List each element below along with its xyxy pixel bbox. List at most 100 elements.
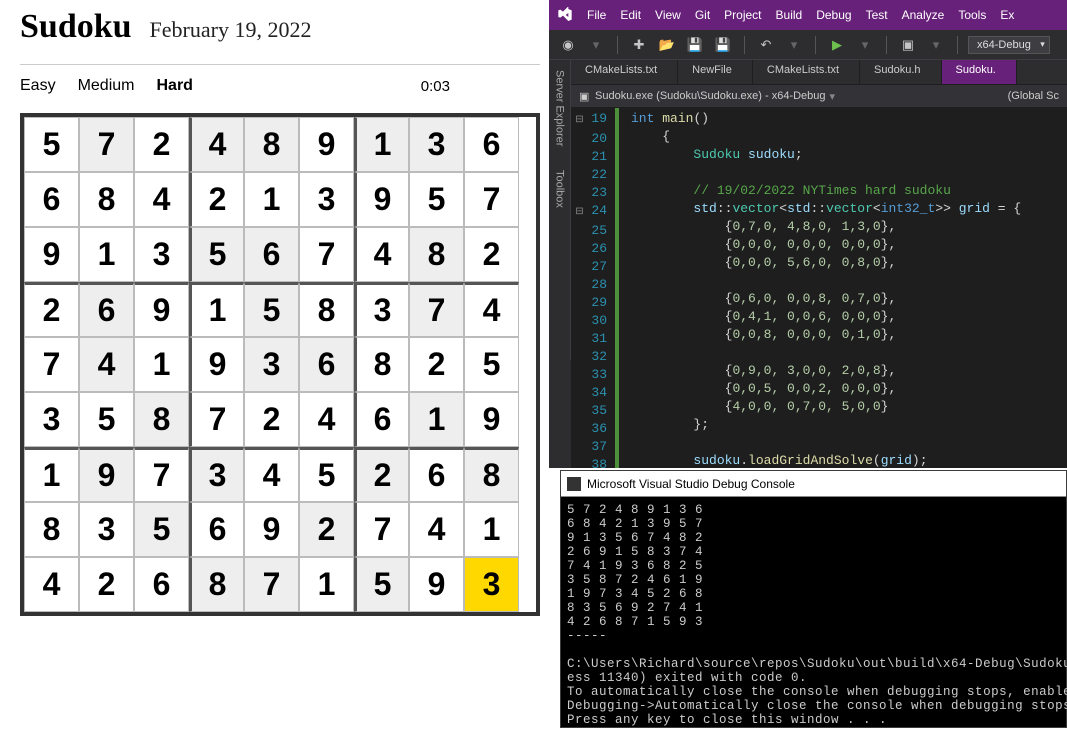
start-dropdown[interactable]: ▾ — [854, 34, 876, 56]
server-explorer-tab[interactable]: Server Explorer — [552, 64, 568, 152]
sudoku-cell[interactable]: 4 — [299, 392, 354, 447]
menu-tools[interactable]: Tools — [958, 8, 986, 22]
sudoku-cell[interactable]: 9 — [244, 502, 299, 557]
sudoku-cell[interactable]: 1 — [354, 117, 409, 172]
sudoku-cell[interactable]: 6 — [244, 227, 299, 282]
difficulty-medium[interactable]: Medium — [78, 77, 135, 95]
sudoku-cell[interactable]: 5 — [134, 502, 189, 557]
sudoku-cell[interactable]: 4 — [409, 502, 464, 557]
sudoku-cell[interactable]: 8 — [134, 392, 189, 447]
context-scope[interactable]: ▣ Sudoku.exe (Sudoku\Sudoku.exe) - x64-D… — [579, 90, 835, 103]
sudoku-cell[interactable]: 6 — [79, 282, 134, 337]
start-debug-button[interactable]: ▶ — [826, 34, 848, 56]
sudoku-cell[interactable]: 3 — [464, 557, 519, 612]
sudoku-cell[interactable]: 2 — [189, 172, 244, 227]
menu-analyze[interactable]: Analyze — [902, 8, 945, 22]
sudoku-cell[interactable]: 9 — [354, 172, 409, 227]
sudoku-cell[interactable]: 9 — [189, 337, 244, 392]
sudoku-cell[interactable]: 1 — [24, 447, 79, 502]
sudoku-cell[interactable]: 9 — [24, 227, 79, 282]
file-tab[interactable]: Sudoku. — [942, 60, 1017, 84]
sudoku-cell[interactable]: 5 — [464, 337, 519, 392]
sudoku-cell[interactable]: 3 — [409, 117, 464, 172]
sudoku-cell[interactable]: 8 — [24, 502, 79, 557]
menu-file[interactable]: File — [587, 8, 606, 22]
toolbox-tab[interactable]: Toolbox — [552, 164, 568, 214]
difficulty-hard[interactable]: Hard — [156, 77, 192, 95]
vs-code-editor[interactable]: ⊟ 19 20 21 22 23⊟ 24 25 26 27 28 29 30 3… — [571, 108, 1067, 468]
sudoku-cell[interactable]: 4 — [189, 117, 244, 172]
sudoku-cell[interactable]: 2 — [134, 117, 189, 172]
menu-debug[interactable]: Debug — [816, 8, 851, 22]
menu-project[interactable]: Project — [724, 8, 761, 22]
sudoku-cell[interactable]: 9 — [464, 392, 519, 447]
sudoku-cell[interactable]: 3 — [354, 282, 409, 337]
build-targets-button[interactable]: ▣ — [897, 34, 919, 56]
sudoku-cell[interactable]: 2 — [79, 557, 134, 612]
new-button[interactable]: ✚ — [628, 34, 650, 56]
file-tab[interactable]: NewFile — [678, 60, 753, 84]
sudoku-cell[interactable]: 2 — [244, 392, 299, 447]
sudoku-cell[interactable]: 6 — [409, 447, 464, 502]
sudoku-cell[interactable]: 7 — [354, 502, 409, 557]
menu-build[interactable]: Build — [776, 8, 803, 22]
sudoku-cell[interactable]: 8 — [189, 557, 244, 612]
sudoku-cell[interactable]: 9 — [409, 557, 464, 612]
file-tab[interactable]: CMakeLists.txt — [571, 60, 678, 84]
sudoku-cell[interactable]: 3 — [299, 172, 354, 227]
console-output[interactable]: 5 7 2 4 8 9 1 3 6 6 8 4 2 1 3 9 5 7 9 1 … — [561, 497, 1066, 733]
sudoku-cell[interactable]: 4 — [134, 172, 189, 227]
code-body[interactable]: int main() { Sudoku sudoku; // 19/02/202… — [619, 108, 1021, 468]
sudoku-cell[interactable]: 6 — [299, 337, 354, 392]
sudoku-cell[interactable]: 8 — [409, 227, 464, 282]
sudoku-cell[interactable]: 8 — [299, 282, 354, 337]
sudoku-cell[interactable]: 2 — [409, 337, 464, 392]
sudoku-cell[interactable]: 5 — [189, 227, 244, 282]
sudoku-cell[interactable]: 8 — [79, 172, 134, 227]
sudoku-cell[interactable]: 8 — [464, 447, 519, 502]
sudoku-cell[interactable]: 8 — [244, 117, 299, 172]
menu-git[interactable]: Git — [695, 8, 710, 22]
difficulty-easy[interactable]: Easy — [20, 77, 56, 95]
sudoku-cell[interactable]: 1 — [464, 502, 519, 557]
sudoku-cell[interactable]: 6 — [134, 557, 189, 612]
sudoku-cell[interactable]: 7 — [409, 282, 464, 337]
sudoku-cell[interactable]: 4 — [464, 282, 519, 337]
sudoku-cell[interactable]: 9 — [134, 282, 189, 337]
sudoku-cell[interactable]: 3 — [189, 447, 244, 502]
sudoku-cell[interactable]: 5 — [244, 282, 299, 337]
sudoku-cell[interactable]: 3 — [24, 392, 79, 447]
sudoku-cell[interactable]: 7 — [79, 117, 134, 172]
file-tab[interactable]: Sudoku.h — [860, 60, 941, 84]
sudoku-cell[interactable]: 6 — [354, 392, 409, 447]
sudoku-cell[interactable]: 6 — [24, 172, 79, 227]
sudoku-cell[interactable]: 2 — [24, 282, 79, 337]
sudoku-cell[interactable]: 7 — [299, 227, 354, 282]
sudoku-cell[interactable]: 9 — [299, 117, 354, 172]
sudoku-cell[interactable]: 3 — [79, 502, 134, 557]
sudoku-cell[interactable]: 6 — [189, 502, 244, 557]
sudoku-cell[interactable]: 4 — [244, 447, 299, 502]
sudoku-cell[interactable]: 7 — [24, 337, 79, 392]
sudoku-cell[interactable]: 1 — [409, 392, 464, 447]
sudoku-cell[interactable]: 1 — [299, 557, 354, 612]
sudoku-cell[interactable]: 7 — [189, 392, 244, 447]
sudoku-cell[interactable]: 2 — [354, 447, 409, 502]
sudoku-cell[interactable]: 1 — [244, 172, 299, 227]
sudoku-cell[interactable]: 2 — [299, 502, 354, 557]
sudoku-cell[interactable]: 1 — [134, 337, 189, 392]
undo-button[interactable]: ↶ — [755, 34, 777, 56]
menu-view[interactable]: View — [655, 8, 681, 22]
sudoku-cell[interactable]: 5 — [409, 172, 464, 227]
file-tab[interactable]: CMakeLists.txt — [753, 60, 860, 84]
sudoku-cell[interactable]: 4 — [79, 337, 134, 392]
sudoku-cell[interactable]: 1 — [189, 282, 244, 337]
menu-ex[interactable]: Ex — [1000, 8, 1014, 22]
sudoku-cell[interactable]: 3 — [134, 227, 189, 282]
sudoku-cell[interactable]: 8 — [354, 337, 409, 392]
save-button[interactable]: 💾 — [684, 34, 706, 56]
sudoku-cell[interactable]: 4 — [24, 557, 79, 612]
build-dropdown[interactable]: ▾ — [925, 34, 947, 56]
sudoku-cell[interactable]: 7 — [464, 172, 519, 227]
redo-button[interactable]: ▾ — [783, 34, 805, 56]
